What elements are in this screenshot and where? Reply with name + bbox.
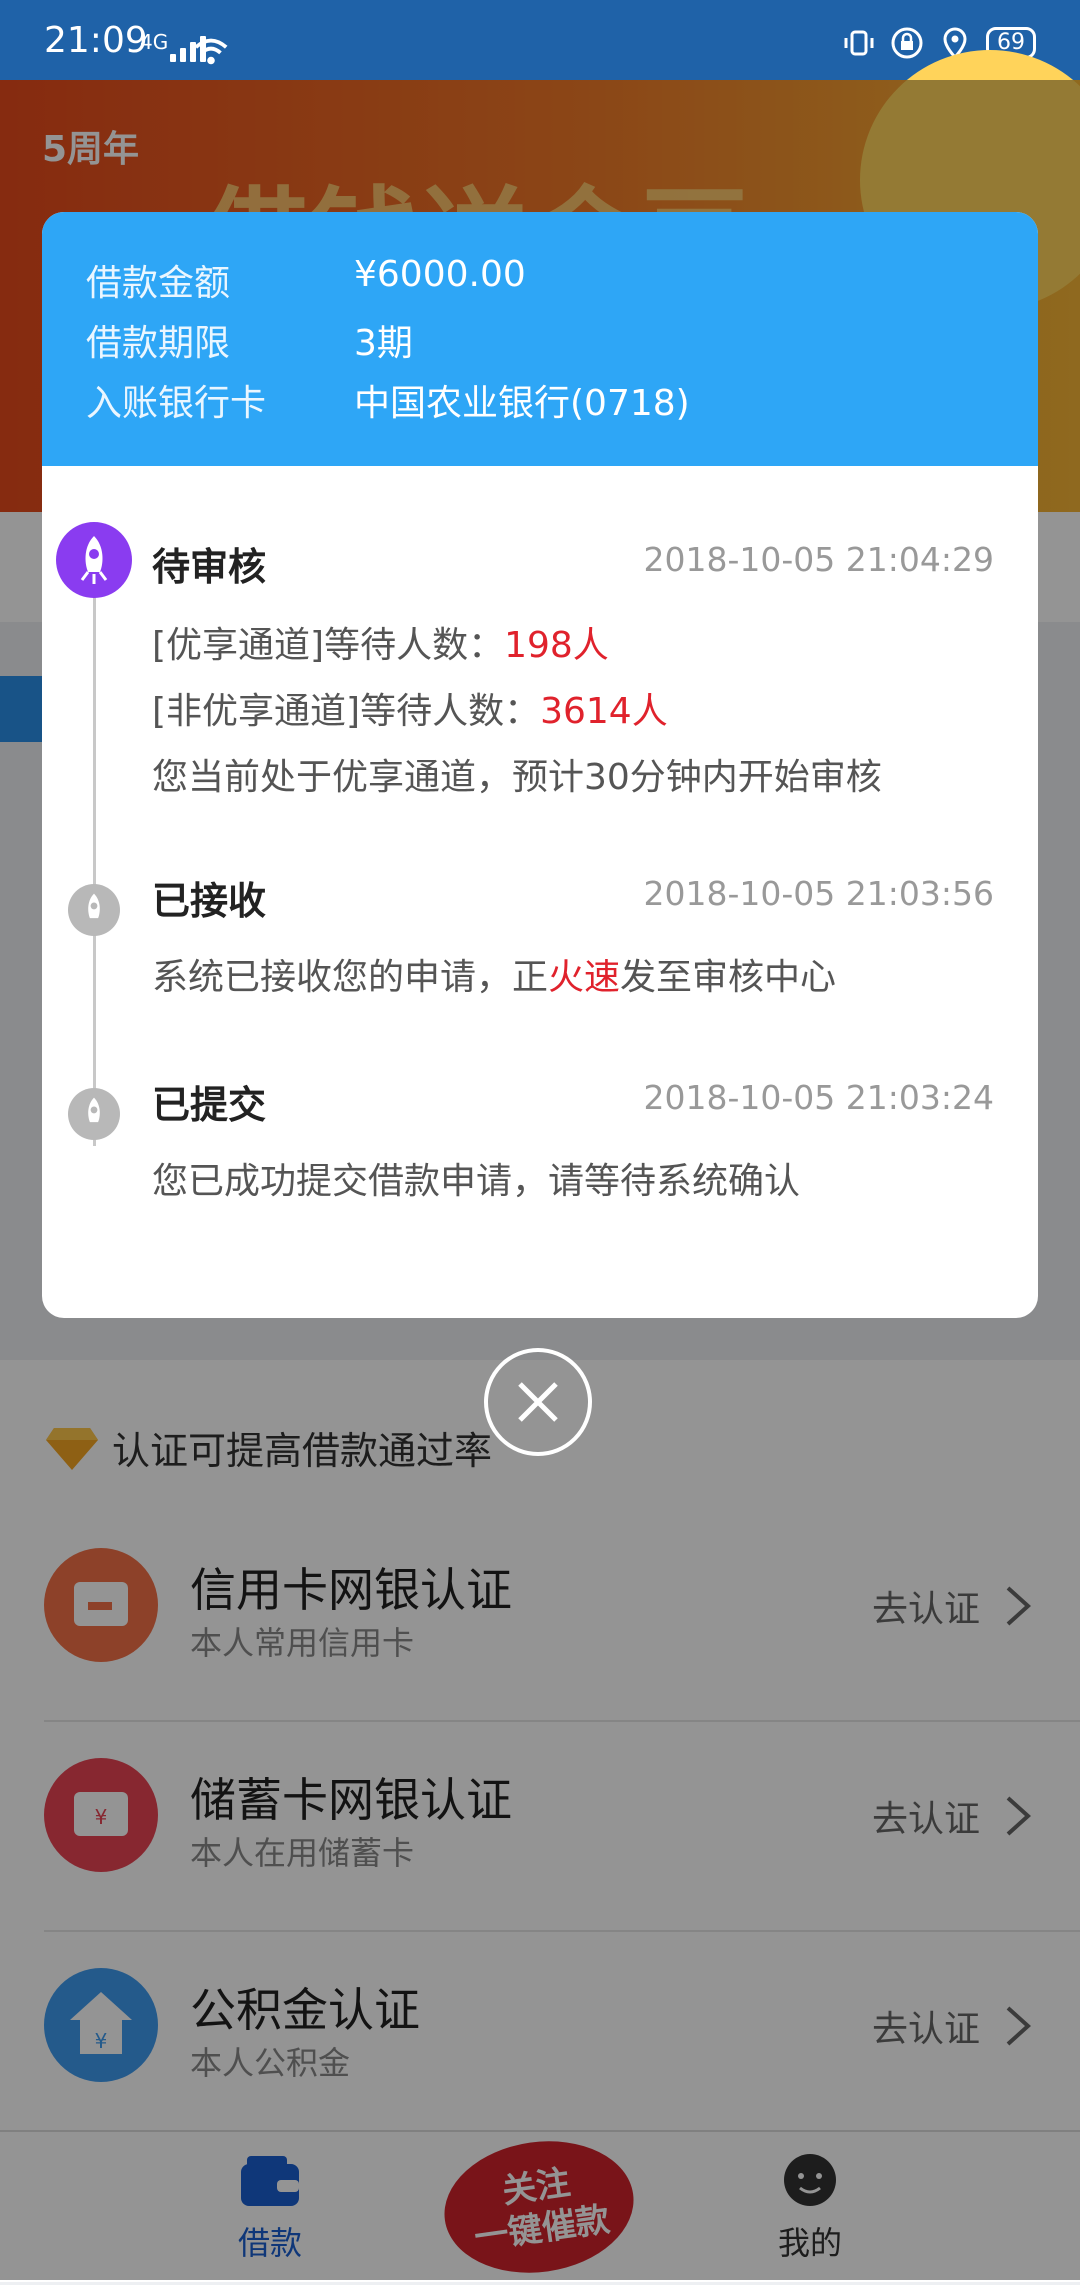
step-time: 2018-10-05 21:03:56 (643, 874, 994, 913)
status-time: 21:09 (44, 20, 148, 61)
priority-queue-line: [优享通道]等待人数：198人 (152, 625, 609, 666)
close-button[interactable] (484, 1348, 592, 1456)
summary-term: 借款期限 3期 (86, 323, 413, 364)
vibrate-icon (844, 30, 874, 56)
timeline-line (93, 576, 96, 1146)
summary-bank-card: 入账银行卡 中国农业银行(0718) (86, 383, 690, 424)
close-icon (518, 1382, 558, 1422)
submitted-desc: 您已成功提交借款申请，请等待系统确认 (152, 1161, 801, 1202)
loan-summary-header: 借款金额 ¥6000.00 借款期限 3期 入账银行卡 中国农业银行(0718) (42, 212, 1038, 466)
normal-queue-line: [非优享通道]等待人数：3614人 (152, 691, 668, 732)
rocket-icon (68, 1088, 120, 1140)
loan-status-dialog: 借款金额 ¥6000.00 借款期限 3期 入账银行卡 中国农业银行(0718)… (42, 212, 1038, 1318)
step-title-received: 已接收 (152, 879, 267, 923)
rocket-icon (68, 884, 120, 936)
received-desc: 系统已接收您的申请，正火速发至审核中心 (152, 957, 837, 998)
step-time: 2018-10-05 21:03:24 (643, 1078, 994, 1117)
step-time: 2018-10-05 21:04:29 (643, 540, 994, 579)
step-title-pending: 待审核 (152, 545, 267, 589)
step-title-submitted: 已提交 (152, 1083, 267, 1127)
status-bar: 21:09 4G 69 (0, 0, 1080, 80)
status-timeline: 待审核 2018-10-05 21:04:29 [优享通道]等待人数：198人 … (42, 466, 1038, 1318)
rocket-icon (56, 522, 132, 598)
network-type: 4G (140, 30, 169, 54)
wifi-icon (194, 38, 228, 65)
summary-amount: 借款金额 ¥6000.00 (86, 254, 526, 304)
lock-rotation-icon (891, 27, 923, 59)
queue-estimate-line: 您当前处于优享通道，预计30分钟内开始审核 (152, 757, 882, 798)
